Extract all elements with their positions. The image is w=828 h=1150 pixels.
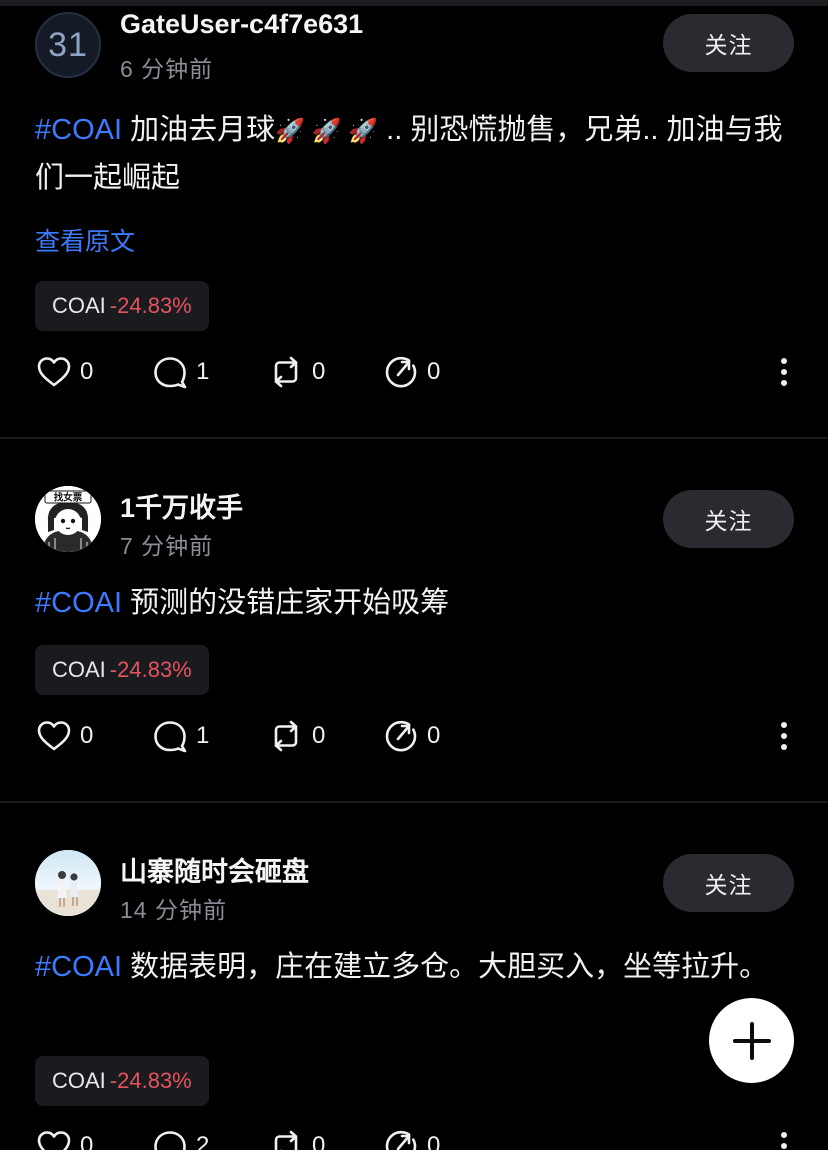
ticker-chip[interactable]: COAI -24.83% <box>35 1056 209 1106</box>
beach-photo-avatar-image <box>35 850 101 916</box>
plus-icon <box>732 1021 771 1060</box>
comment-bubble-icon <box>154 721 187 753</box>
share-count: 0 <box>427 358 441 385</box>
share-button[interactable]: 0 <box>383 352 440 392</box>
comment-button[interactable]: 1 <box>152 716 209 756</box>
repost-button[interactable]: 0 <box>268 352 325 392</box>
avatar[interactable] <box>35 850 101 916</box>
avatar-number: 31 <box>48 25 88 64</box>
like-button[interactable]: 0 <box>36 716 93 756</box>
hashtag-link[interactable]: #COAI <box>35 951 122 983</box>
repost-count: 0 <box>312 358 326 385</box>
username[interactable]: 1千万收手 <box>120 486 243 525</box>
ticker-symbol: COAI <box>52 293 106 318</box>
post-divider <box>0 801 828 803</box>
more-vertical-icon <box>781 1132 787 1149</box>
like-button[interactable]: 0 <box>36 1126 93 1150</box>
share-icon <box>385 356 417 388</box>
repost-count: 0 <box>312 722 326 749</box>
more-vertical-icon <box>781 358 787 386</box>
heart-icon <box>37 721 71 751</box>
manga-girl-avatar-image: 找女票 <box>35 486 101 552</box>
post-text-segment: 数据表明，庄在建立多仓。大胆买入，坐等拉升。 <box>130 951 769 983</box>
ticker-chip[interactable]: COAI -24.83% <box>35 645 209 695</box>
ticker-change: -24.83% <box>109 1068 192 1093</box>
post-time: 6 分钟前 <box>120 56 214 82</box>
comment-count: 1 <box>196 358 210 385</box>
ticker-symbol: COAI <box>52 1068 106 1093</box>
ticker-symbol: COAI <box>52 657 106 682</box>
follow-button[interactable]: 关注 <box>663 14 794 72</box>
comment-count: 2 <box>196 1132 210 1150</box>
view-original-link[interactable]: 查看原文 <box>35 222 135 258</box>
repost-icon <box>274 1130 298 1150</box>
like-count: 0 <box>80 1132 94 1150</box>
post-divider <box>0 437 828 439</box>
action-bar: 0 1 0 0 <box>0 716 828 756</box>
post-content: #COAI 加油去月球🚀 🚀 🚀 .. 别恐慌抛售，兄弟.. 加油与我们一起崛起 <box>35 107 795 202</box>
like-count: 0 <box>80 358 94 385</box>
top-edge <box>0 0 828 6</box>
repost-count: 0 <box>312 1132 326 1150</box>
share-count: 0 <box>427 722 441 749</box>
share-count: 0 <box>427 1132 441 1150</box>
more-button[interactable] <box>772 1126 796 1150</box>
hashtag-link[interactable]: #COAI <box>35 587 122 619</box>
comment-bubble-icon <box>154 1131 186 1150</box>
avatar[interactable]: 找女票 <box>35 486 101 552</box>
more-button[interactable] <box>772 352 796 392</box>
share-icon <box>385 1130 417 1150</box>
ticker-change: -24.83% <box>109 293 192 318</box>
create-post-button[interactable] <box>709 998 794 1083</box>
hashtag-link[interactable]: #COAI <box>35 114 122 146</box>
post-content: #COAI 数据表明，庄在建立多仓。大胆买入，坐等拉升。 <box>35 944 795 991</box>
share-icon <box>385 720 417 752</box>
post-text-segment: 预测的没错庄家开始吸筹 <box>130 587 450 619</box>
heart-icon <box>37 357 71 387</box>
action-bar: 0 1 0 0 <box>0 352 828 392</box>
more-vertical-icon <box>781 722 787 750</box>
repost-button[interactable]: 0 <box>268 1126 325 1150</box>
rocket-icon: 🚀 🚀 🚀 <box>275 118 379 145</box>
share-button[interactable]: 0 <box>383 1126 440 1150</box>
action-bar: 0 2 0 0 <box>0 1126 828 1150</box>
share-button[interactable]: 0 <box>383 716 440 756</box>
post-feed: 31 GateUser-c4f7e631 6 分钟前 关注 #COAI 加油去月… <box>0 0 828 1150</box>
username[interactable]: 山寨随时会砸盘 <box>120 850 309 889</box>
follow-button[interactable]: 关注 <box>663 490 794 548</box>
repost-button[interactable]: 0 <box>268 716 325 756</box>
more-button[interactable] <box>772 716 796 756</box>
comment-bubble-icon <box>154 357 187 389</box>
post-content: #COAI 预测的没错庄家开始吸筹 <box>35 580 795 627</box>
comment-count: 1 <box>196 722 210 749</box>
avatar[interactable]: 31 <box>35 12 101 78</box>
post-text-segment: 加油去月球 <box>130 114 276 146</box>
avatar-caption: 找女票 <box>54 492 83 504</box>
username[interactable]: GateUser-c4f7e631 <box>120 9 363 40</box>
ticker-chip[interactable]: COAI -24.83% <box>35 281 209 331</box>
post-time: 14 分钟前 <box>120 897 227 923</box>
like-button[interactable]: 0 <box>36 352 93 392</box>
post-time: 7 分钟前 <box>120 533 214 559</box>
repost-icon <box>274 720 298 752</box>
comment-button[interactable]: 2 <box>152 1126 209 1150</box>
repost-icon <box>274 356 298 388</box>
heart-icon <box>37 1131 71 1150</box>
comment-button[interactable]: 1 <box>152 352 209 392</box>
ticker-change: -24.83% <box>109 657 192 682</box>
like-count: 0 <box>80 722 94 749</box>
follow-button[interactable]: 关注 <box>663 854 794 912</box>
